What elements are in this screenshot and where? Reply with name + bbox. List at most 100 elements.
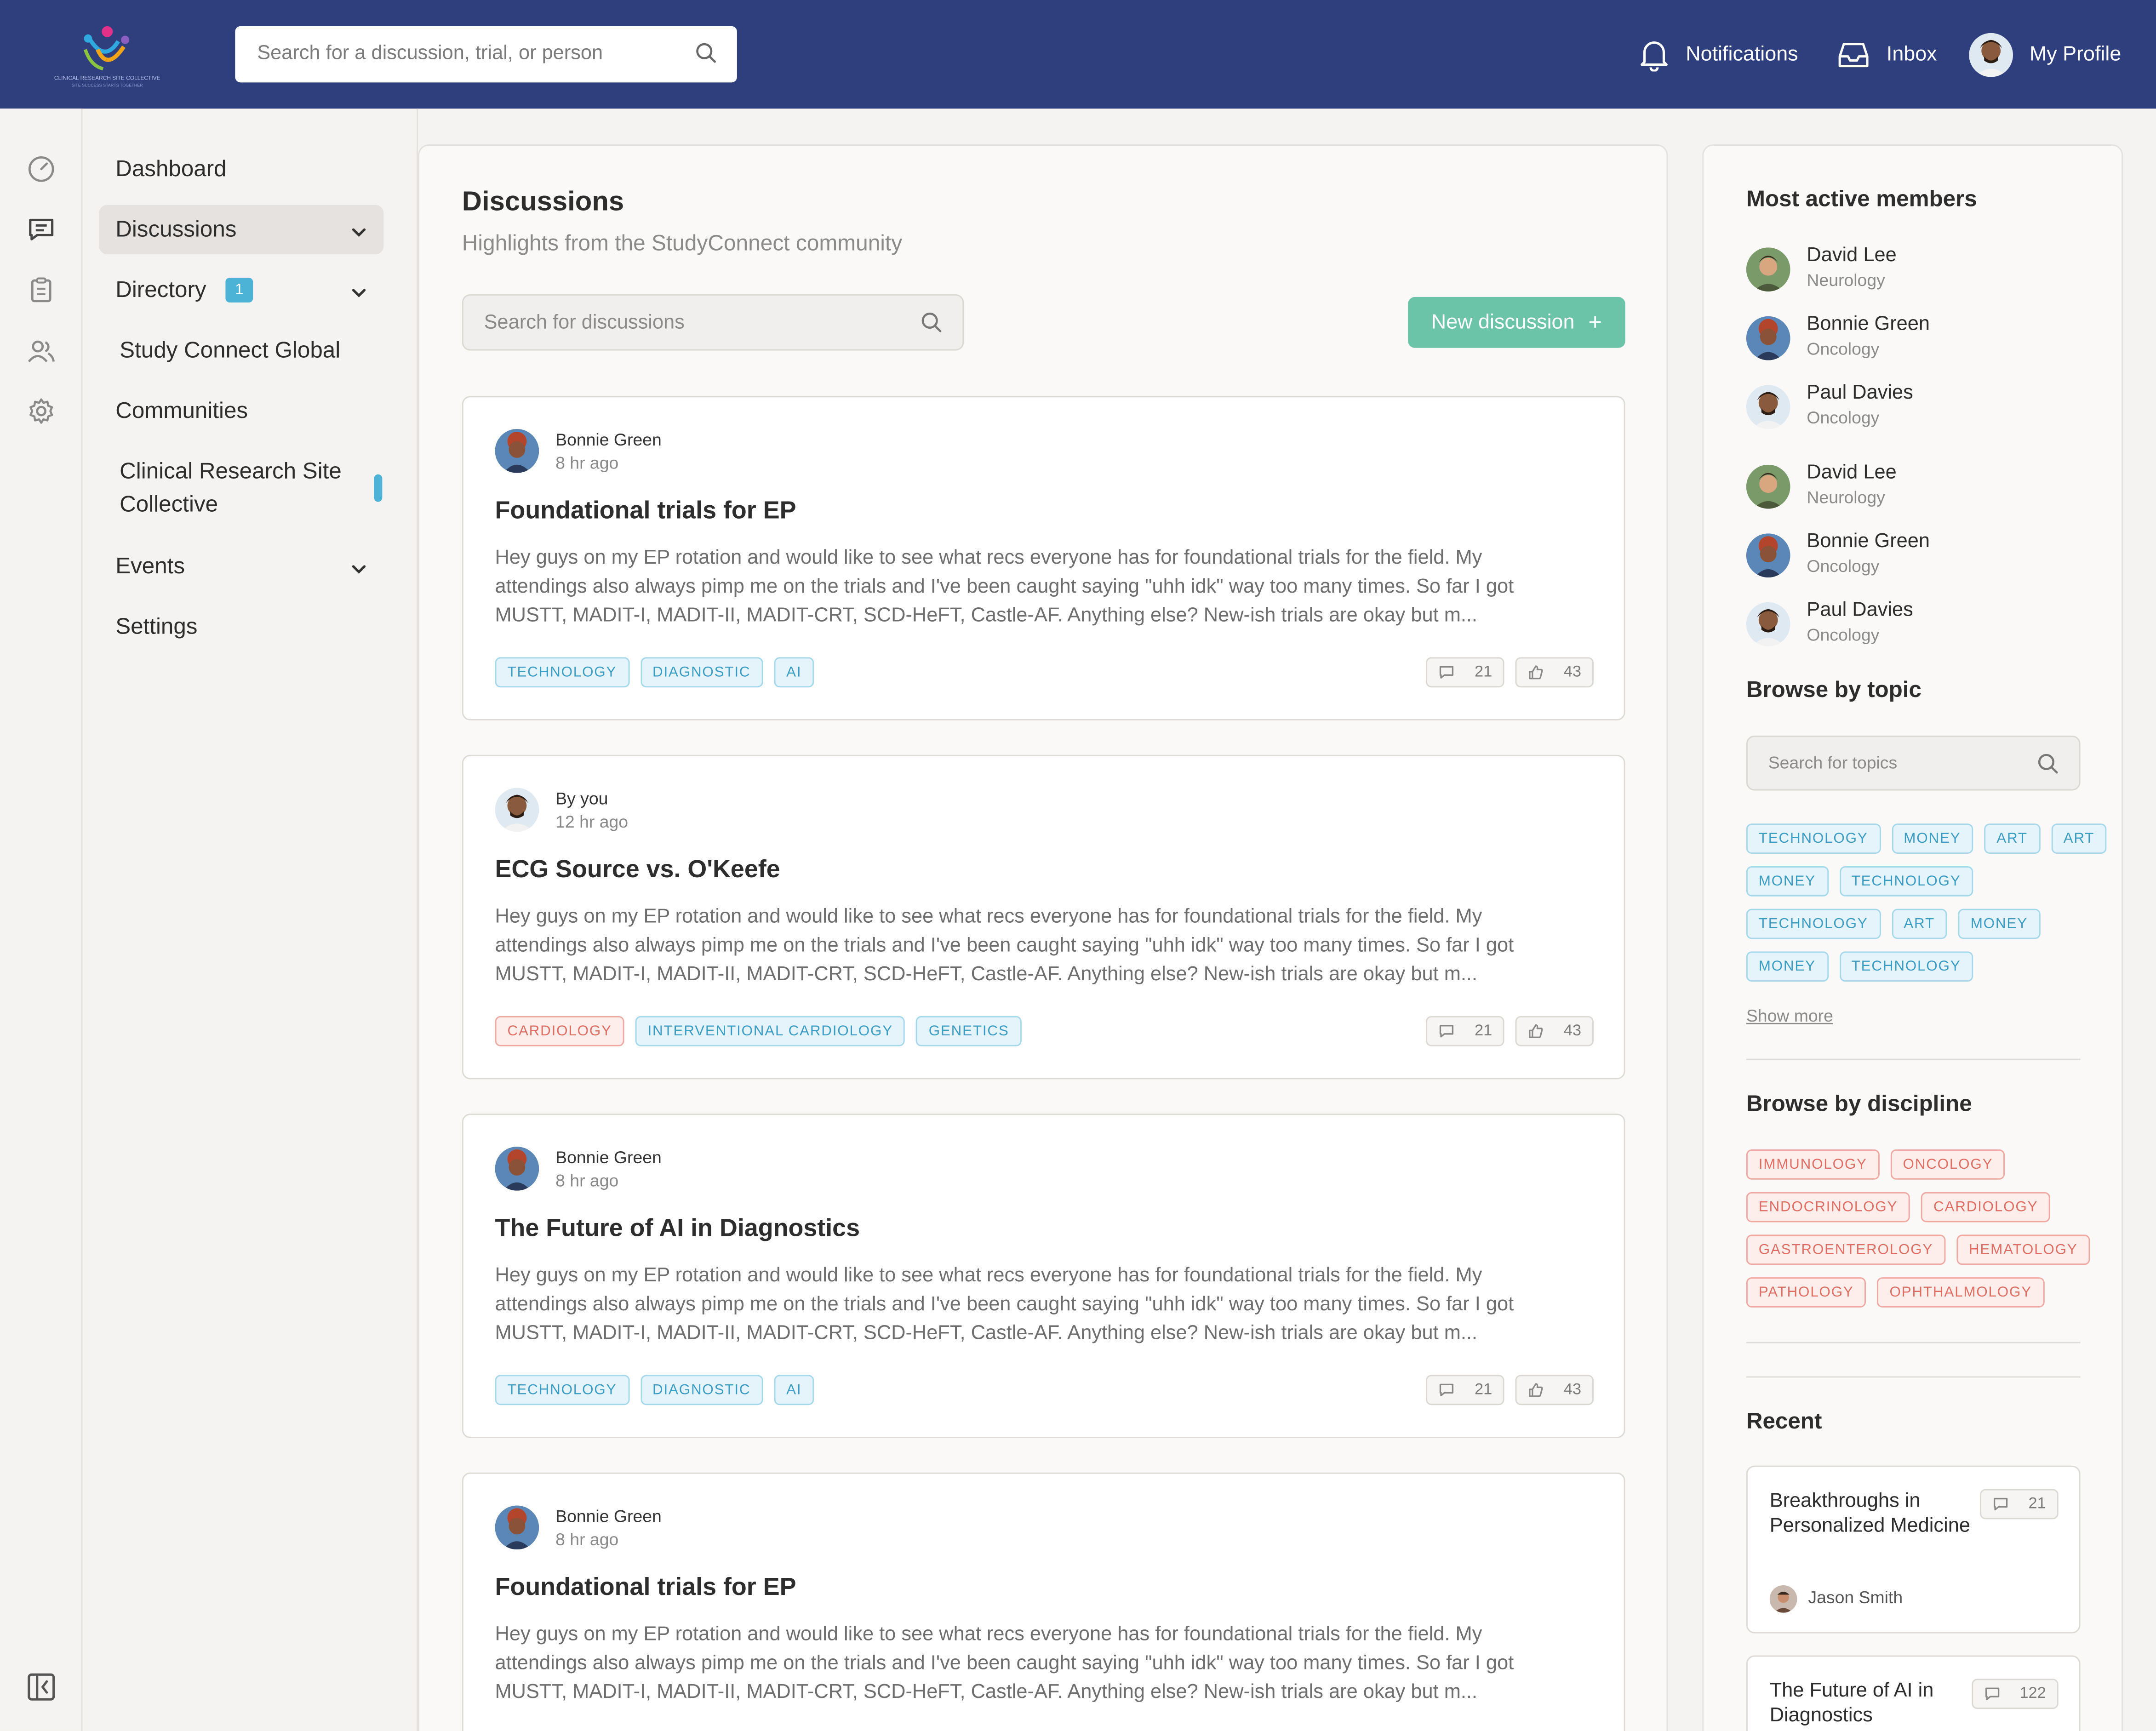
post-title[interactable]: The Future of AI in Diagnostics xyxy=(495,1214,860,1243)
like-button[interactable]: 43 xyxy=(1515,657,1594,688)
right-sidebar: Most active members David Lee Neurology Bo… xyxy=(1702,144,2123,1731)
my-profile-button[interactable]: My Profile xyxy=(1969,0,2121,109)
recent-discussion-card[interactable]: The Future of AI in Diagnostics 122 xyxy=(1746,1655,2081,1731)
discussions-chat-icon[interactable] xyxy=(26,215,57,245)
discipline-tag[interactable]: OPHTHALMOLOGY xyxy=(1877,1277,2044,1308)
search-icon xyxy=(920,311,944,341)
member-name: David Lee xyxy=(1807,462,1897,484)
topic-tag[interactable]: TECHNOLOGY xyxy=(1839,866,1973,897)
post-tag[interactable]: INTERVENTIONAL CARDIOLOGY xyxy=(635,1016,905,1046)
clipboard-icon[interactable] xyxy=(26,275,57,305)
post-stats: 21 43 xyxy=(1426,1016,1594,1046)
topic-tag[interactable]: TECHNOLOGY xyxy=(1746,823,1881,854)
topic-search-input[interactable]: Search for topics xyxy=(1746,735,2081,791)
author-avatar[interactable] xyxy=(495,1505,539,1550)
recent-comments-count[interactable]: 122 xyxy=(1971,1679,2059,1709)
recent-author-name[interactable]: Jason Smith xyxy=(1808,1588,1903,1607)
collapse-sidebar-icon[interactable] xyxy=(26,1672,57,1702)
global-search-input[interactable]: Search for a discussion, trial, or perso… xyxy=(235,26,737,83)
author-avatar[interactable] xyxy=(495,788,539,832)
notifications-button[interactable]: Notifications xyxy=(1639,0,1798,109)
post-tag[interactable]: AI xyxy=(774,657,814,688)
topic-tag[interactable]: MONEY xyxy=(1958,908,2040,939)
topic-tag[interactable]: TECHNOLOGY xyxy=(1839,951,1973,982)
nav-item-communities[interactable]: Communities xyxy=(99,386,383,436)
nav-item-settings[interactable]: Settings xyxy=(99,602,383,652)
discipline-tag[interactable]: ONCOLOGY xyxy=(1890,1149,2006,1180)
author-avatar[interactable] xyxy=(495,429,539,473)
recent-discussion-card[interactable]: Breakthroughs in Personalized Medicine 21… xyxy=(1746,1465,2081,1634)
post-tag[interactable]: GENETICS xyxy=(916,1016,1022,1046)
recent-title-text: The Future of AI in Diagnostics xyxy=(1769,1680,1934,1727)
my-profile-label: My Profile xyxy=(2029,42,2122,66)
member-name: Paul Davies xyxy=(1807,382,1913,405)
dashboard-gauge-icon[interactable] xyxy=(26,154,57,184)
comments-count-button[interactable]: 21 xyxy=(1426,1016,1505,1046)
author-avatar[interactable] xyxy=(495,1147,539,1191)
post-author[interactable]: Bonnie Green xyxy=(555,430,662,450)
comments-count-button[interactable]: 21 xyxy=(1426,657,1505,688)
users-icon[interactable] xyxy=(26,336,57,366)
comments-count: 21 xyxy=(2028,1496,2046,1513)
discussion-card[interactable]: By you 12 hr ago ECG Source vs. O'Keefe Hey… xyxy=(462,754,1625,1080)
active-community-indicator xyxy=(374,474,383,502)
topic-tag[interactable]: MONEY xyxy=(1891,823,1973,854)
chevron-down-icon xyxy=(351,282,367,308)
discipline-tag[interactable]: GASTROENTEROLOGY xyxy=(1746,1234,1946,1265)
recent-title: Recent xyxy=(1746,1409,1822,1434)
discussion-search-input[interactable]: Search for discussions xyxy=(462,294,964,351)
browse-by-discipline-title: Browse by discipline xyxy=(1746,1091,1972,1117)
new-discussion-button[interactable]: New discussion + xyxy=(1408,297,1625,348)
nav-item-events[interactable]: Events xyxy=(99,542,383,591)
comment-icon xyxy=(1439,664,1465,680)
post-title[interactable]: Foundational trials for EP xyxy=(495,497,796,526)
discipline-tag[interactable]: HEMATOLOGY xyxy=(1956,1234,2090,1265)
discipline-tag[interactable]: ENDOCRINOLOGY xyxy=(1746,1192,1910,1223)
topic-tag[interactable]: TECHNOLOGY xyxy=(1746,908,1881,939)
divider xyxy=(1746,1342,2081,1343)
recent-comments-count[interactable]: 21 xyxy=(1980,1489,2059,1520)
post-tag[interactable]: TECHNOLOGY xyxy=(495,657,629,688)
discipline-tag[interactable]: IMMUNOLOGY xyxy=(1746,1149,1880,1180)
top-header: CLINICAL RESEARCH SITE COLLECTIVE SITE S… xyxy=(0,0,2156,109)
nav-item-study-connect-global[interactable]: Study Connect Global xyxy=(120,334,340,367)
gear-icon[interactable] xyxy=(26,396,57,426)
topic-tag[interactable]: ART xyxy=(1891,908,1947,939)
page-title: Discussions xyxy=(462,187,624,217)
site-logo[interactable]: CLINICAL RESEARCH SITE COLLECTIVE SITE S… xyxy=(39,19,176,91)
thumbs-up-icon xyxy=(1528,1023,1554,1040)
topic-tag[interactable]: MONEY xyxy=(1746,866,1828,897)
nav-item-dashboard[interactable]: Dashboard xyxy=(99,144,383,194)
inbox-button[interactable]: Inbox xyxy=(1837,0,1937,109)
nav-item-directory[interactable]: Directory 1 xyxy=(99,265,383,315)
discipline-tag[interactable]: PATHOLOGY xyxy=(1746,1277,1866,1308)
post-tag[interactable]: AI xyxy=(774,1375,814,1405)
post-tags: TECHNOLOGY DIAGNOSTIC AI xyxy=(495,657,814,688)
topic-tag[interactable]: MONEY xyxy=(1746,951,1828,982)
post-title[interactable]: ECG Source vs. O'Keefe xyxy=(495,855,780,884)
discussion-card[interactable]: Bonnie Green 8 hr ago Foundational trials … xyxy=(462,1472,1625,1731)
discipline-tag[interactable]: CARDIOLOGY xyxy=(1921,1192,2051,1223)
show-more-topics-link[interactable]: Show more xyxy=(1746,1006,1833,1026)
post-tag[interactable]: TECHNOLOGY xyxy=(495,1375,629,1405)
post-author[interactable]: Bonnie Green xyxy=(555,1507,662,1526)
comments-count: 21 xyxy=(1474,1023,1493,1040)
nav-item-clinical-research-site-collective[interactable]: Clinical Research Site Collective xyxy=(120,455,342,521)
chevron-down-icon xyxy=(351,558,367,584)
discussion-card[interactable]: Bonnie Green 8 hr ago The Future of AI in … xyxy=(462,1114,1625,1438)
post-tag[interactable]: CARDIOLOGY xyxy=(495,1016,624,1046)
discussion-card[interactable]: Bonnie Green 8 hr ago Foundational trials … xyxy=(462,396,1625,720)
topic-tag[interactable]: ART xyxy=(2051,823,2107,854)
post-title[interactable]: Foundational trials for EP xyxy=(495,1573,796,1602)
like-button[interactable]: 43 xyxy=(1515,1375,1594,1405)
comments-count-button[interactable]: 21 xyxy=(1426,1375,1505,1405)
post-author[interactable]: Bonnie Green xyxy=(555,1148,662,1167)
post-author[interactable]: By you xyxy=(555,789,608,809)
post-tag[interactable]: DIAGNOSTIC xyxy=(640,1375,763,1405)
like-button[interactable]: 43 xyxy=(1515,1016,1594,1046)
post-tag[interactable]: DIAGNOSTIC xyxy=(640,657,763,688)
member-name: Bonnie Green xyxy=(1807,531,1930,553)
comments-count: 21 xyxy=(1474,1382,1493,1399)
nav-item-discussions[interactable]: Discussions xyxy=(99,205,384,255)
topic-tag[interactable]: ART xyxy=(1984,823,2040,854)
